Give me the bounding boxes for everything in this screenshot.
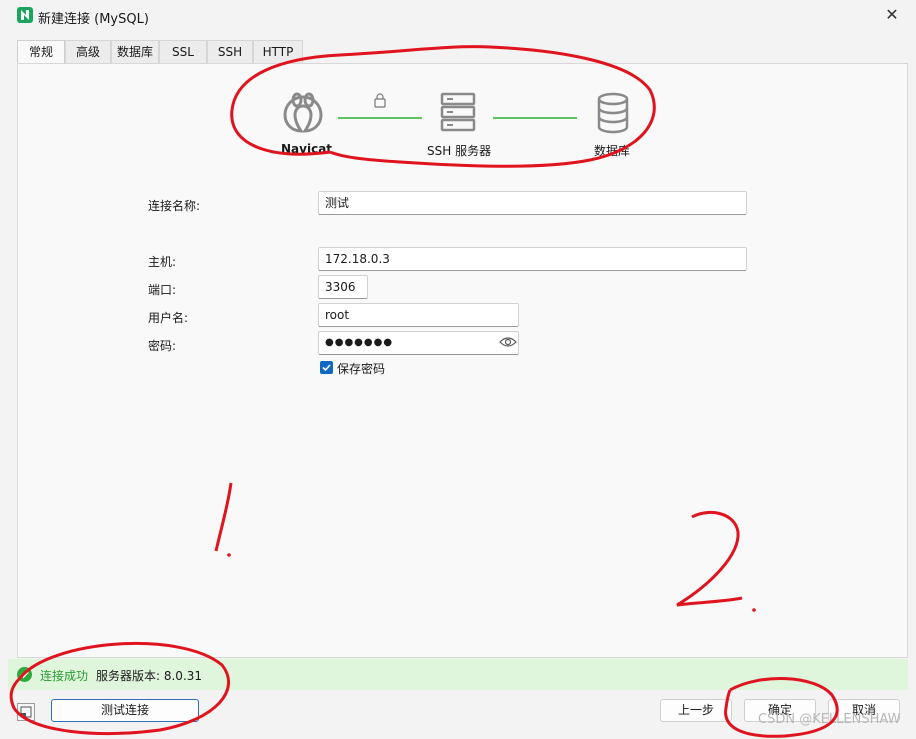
link-line-left (338, 117, 422, 119)
test-connection-button[interactable]: 测试连接 (51, 699, 199, 722)
status-message: 连接成功 (40, 669, 89, 683)
tab-general[interactable]: 常规 (17, 40, 65, 64)
navicat-app-icon (17, 7, 33, 23)
navicat-icon (281, 91, 325, 135)
connection-name-input[interactable]: 测试 (318, 191, 747, 215)
ssh-server-label: SSH 服务器 (427, 144, 492, 158)
show-password-eye-icon[interactable] (499, 335, 517, 349)
port-label: 端口: (148, 283, 177, 297)
tab-advanced[interactable]: 高级 (65, 40, 111, 63)
database-label: 数据库 (594, 144, 631, 158)
host-label: 主机: (148, 255, 177, 269)
host-input[interactable]: 172.18.0.3 (318, 247, 747, 271)
tab-ssl[interactable]: SSL (159, 40, 207, 63)
checkmark-icon (322, 364, 331, 372)
link-line-right (493, 117, 577, 119)
password-input[interactable]: ●●●●●●● (318, 331, 519, 355)
connection-status-bar: 连接成功 服务器版本: 8.0.31 (8, 659, 908, 690)
tab-database[interactable]: 数据库 (111, 40, 159, 63)
tab-http[interactable]: HTTP (253, 40, 303, 63)
connection-name-label: 连接名称: (148, 199, 201, 213)
server-icon (440, 92, 476, 132)
previous-step-button[interactable]: 上一步 (660, 699, 732, 722)
lock-icon (372, 92, 388, 108)
password-label: 密码: (148, 339, 177, 353)
save-password-checkbox[interactable] (320, 361, 333, 374)
database-icon (596, 92, 630, 134)
sidebar-toggle-icon[interactable] (17, 703, 35, 721)
save-password-label: 保存密码 (337, 362, 386, 376)
success-check-icon (17, 667, 32, 682)
port-input[interactable]: 3306 (318, 275, 368, 299)
watermark: CSDN @KELLENSHAW (758, 712, 901, 727)
window-title: 新建连接 (MySQL) (38, 12, 149, 27)
server-version: 服务器版本: 8.0.31 (96, 669, 203, 683)
username-input[interactable]: root (318, 303, 519, 327)
title-bar: 新建连接 (MySQL) ✕ (0, 0, 916, 32)
navicat-label: Navicat (281, 142, 333, 156)
close-icon[interactable]: ✕ (880, 4, 904, 26)
tab-ssh[interactable]: SSH (207, 40, 253, 63)
username-label: 用户名: (148, 311, 189, 325)
